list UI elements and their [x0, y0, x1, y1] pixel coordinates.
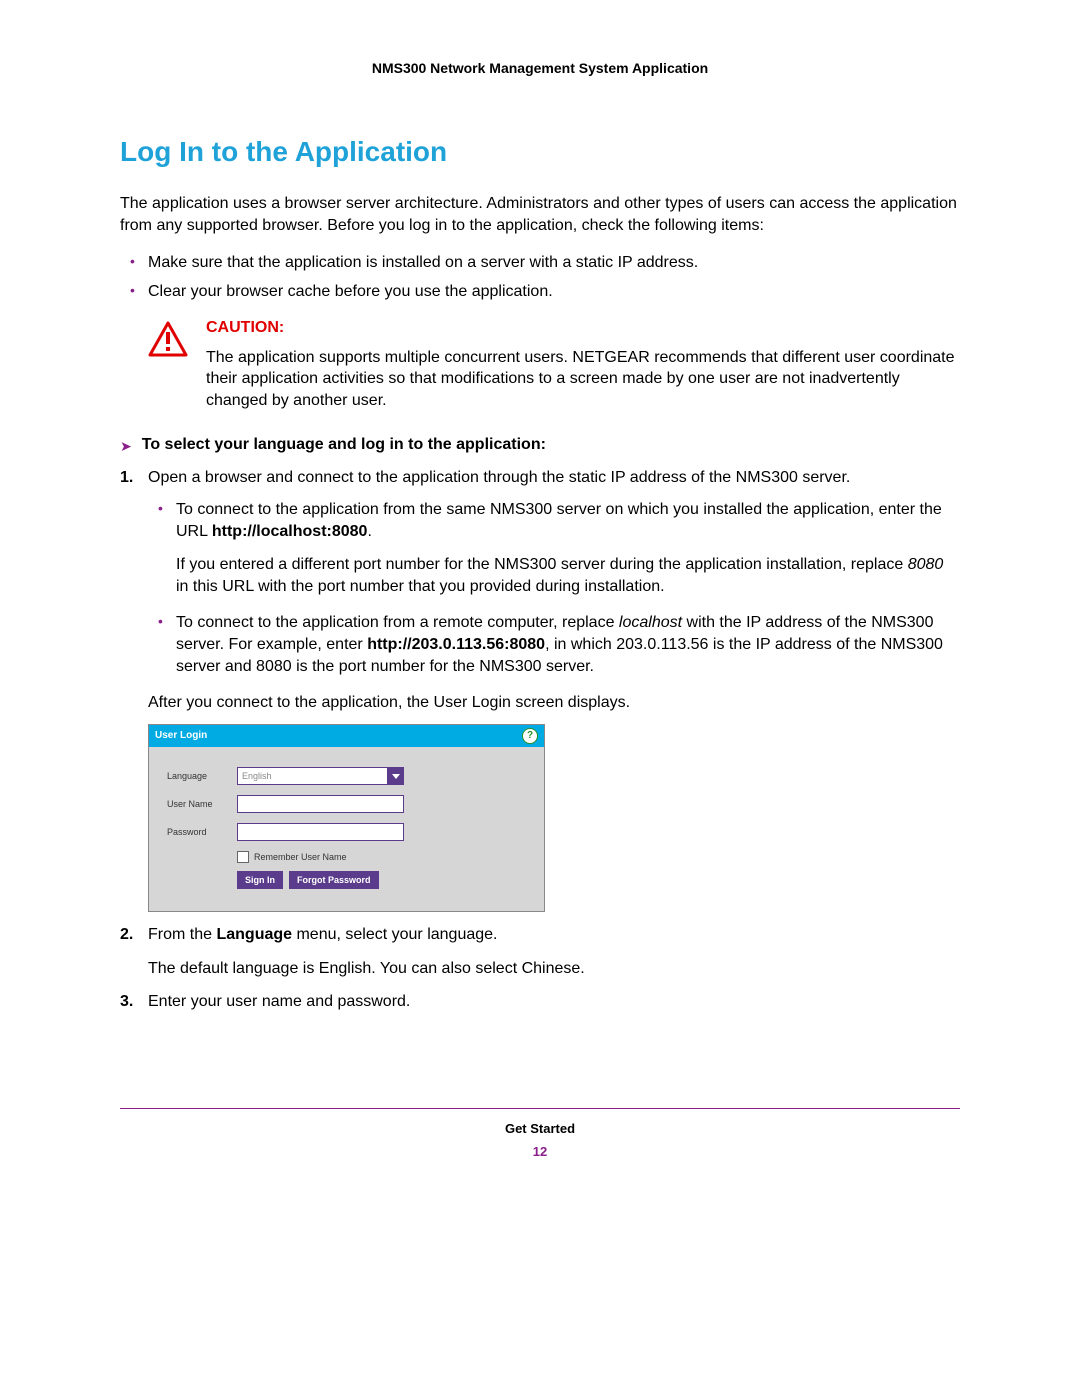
intro-bullet-list: Make sure that the application is instal…	[120, 251, 960, 303]
step-3: 3. Enter your user name and password.	[148, 991, 960, 1013]
step-1: 1. Open a browser and connect to the app…	[148, 467, 960, 912]
step-2: 2. From the Language menu, select your l…	[148, 924, 960, 979]
step-1-text: Open a browser and connect to the applic…	[148, 469, 850, 486]
step-3-text: Enter your user name and password.	[148, 993, 410, 1010]
language-field-value: English	[237, 767, 388, 785]
step-3-number: 3.	[120, 991, 133, 1013]
step-1-subbullet-2: To connect to the application from a rem…	[176, 612, 960, 677]
sb2-url-bold: http://203.0.113.56:8080	[367, 636, 545, 653]
step-2-number: 2.	[120, 924, 133, 946]
procedure-title: To select your language and log in to th…	[142, 436, 546, 454]
password-label: Password	[167, 826, 237, 838]
section-title: Log In to the Application	[120, 136, 960, 168]
page-footer: Get Started 12	[120, 1108, 960, 1159]
sb2-text-a: To connect to the application from a rem…	[176, 614, 619, 631]
step-2-text-b: menu, select your language.	[292, 926, 497, 943]
remember-label: Remember User Name	[254, 851, 347, 863]
forgot-password-button[interactable]: Forgot Password	[289, 871, 379, 889]
signin-button[interactable]: Sign In	[237, 871, 283, 889]
caution-block: CAUTION: The application supports multip…	[148, 319, 960, 412]
dropdown-arrow-icon[interactable]	[388, 767, 404, 785]
sb2-italic: localhost	[619, 614, 682, 631]
step-1-number: 1.	[120, 467, 133, 489]
step-1-after-text: After you connect to the application, th…	[148, 692, 960, 714]
sb1-p2-a: If you entered a different port number f…	[176, 556, 908, 573]
procedure-arrow-icon: ➤	[120, 438, 132, 455]
doc-header: NMS300 Network Management System Applica…	[120, 60, 960, 76]
username-label: User Name	[167, 798, 237, 810]
intro-paragraph: The application uses a browser server ar…	[120, 193, 960, 236]
password-input[interactable]	[237, 823, 404, 841]
footer-chapter-title: Get Started	[120, 1121, 960, 1136]
login-titlebar: User Login ?	[149, 725, 544, 747]
step-2-bold: Language	[216, 926, 292, 943]
intro-bullet-1: Make sure that the application is instal…	[148, 251, 960, 274]
sb1-p2-italic: 8080	[908, 556, 944, 573]
help-icon[interactable]: ?	[522, 728, 538, 744]
sb1-text-b: .	[367, 523, 371, 540]
step-1-subbullet-1: To connect to the application from the s…	[176, 499, 960, 597]
step-2-note: The default language is English. You can…	[148, 958, 960, 980]
remember-checkbox[interactable]	[237, 851, 249, 863]
footer-separator	[120, 1108, 960, 1109]
step-2-text-a: From the	[148, 926, 216, 943]
sb1-url-bold: http://localhost:8080	[212, 523, 368, 540]
caution-icon	[148, 321, 188, 362]
user-login-dialog: User Login ? Language English	[148, 724, 545, 912]
caution-label: CAUTION:	[206, 319, 960, 337]
language-label: Language	[167, 770, 237, 782]
intro-bullet-2: Clear your browser cache before you use …	[148, 280, 960, 303]
sb1-para2: If you entered a different port number f…	[176, 554, 960, 597]
username-input[interactable]	[237, 795, 404, 813]
footer-page-number: 12	[120, 1144, 960, 1159]
login-title-label: User Login	[155, 729, 207, 743]
language-dropdown[interactable]: English	[237, 767, 404, 785]
sb1-p2-b: in this URL with the port number that yo…	[176, 578, 665, 595]
caution-text: The application supports multiple concur…	[206, 347, 960, 412]
procedure-heading: ➤ To select your language and log in to …	[120, 436, 960, 455]
